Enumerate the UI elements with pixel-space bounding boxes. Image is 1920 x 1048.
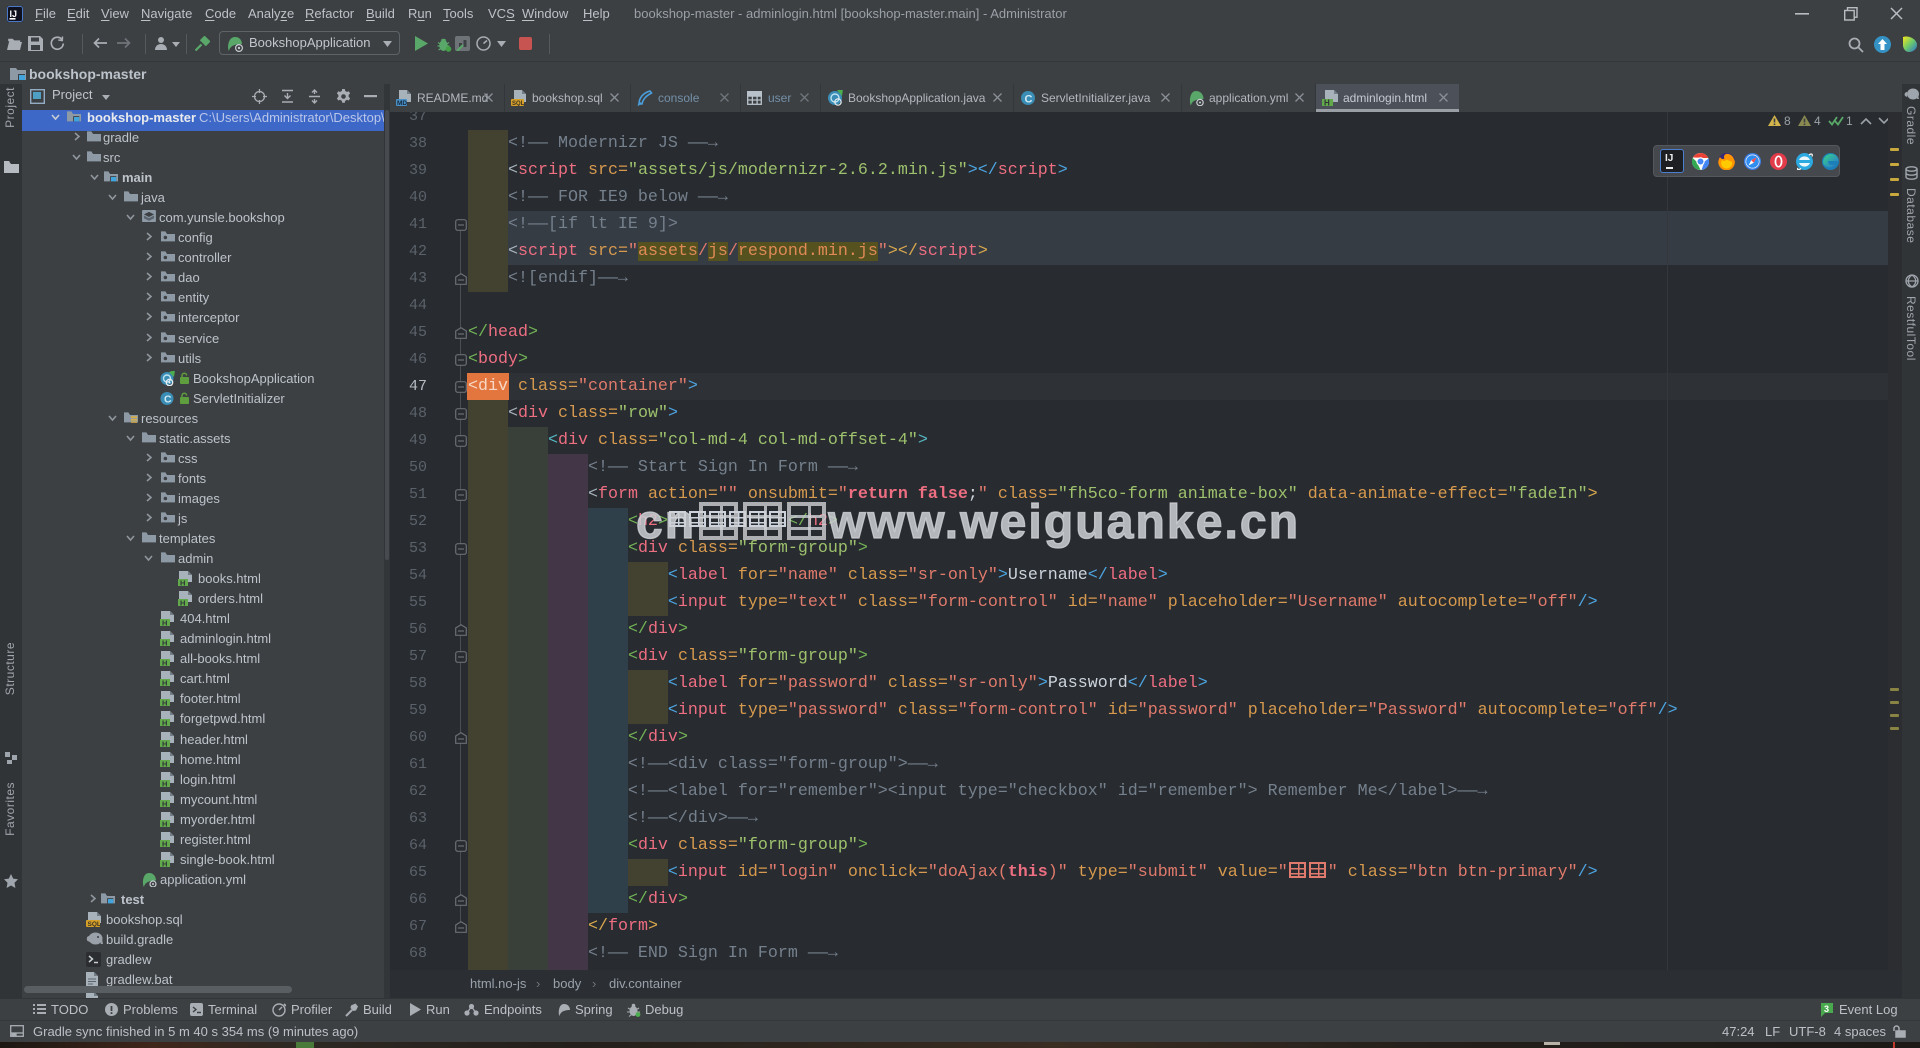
svg-text:H: H [162,779,167,787]
svg-text:C: C [164,393,172,405]
svg-text:H: H [162,699,167,707]
svg-text:SQL: SQL [88,921,101,927]
svg-text:H: H [162,639,167,647]
svg-text:MD: MD [397,100,407,106]
svg-text:H: H [162,819,167,827]
svg-text:H: H [162,799,167,807]
svg-text:H: H [180,578,185,586]
svg-text:IJ: IJ [10,9,18,19]
svg-text:3: 3 [1824,1004,1829,1014]
svg-text:H: H [180,598,185,606]
svg-text:H: H [1324,99,1330,107]
svg-text:H: H [162,739,167,747]
svg-text:H: H [162,659,167,667]
svg-text:C: C [1025,94,1033,106]
svg-text:H: H [162,839,167,847]
svg-text:H: H [162,859,167,867]
svg-text:H: H [162,679,167,687]
svg-text:H: H [162,618,167,626]
svg-text:H: H [162,719,167,727]
svg-text:H: H [162,759,167,767]
svg-text:SQL: SQL [512,101,525,106]
